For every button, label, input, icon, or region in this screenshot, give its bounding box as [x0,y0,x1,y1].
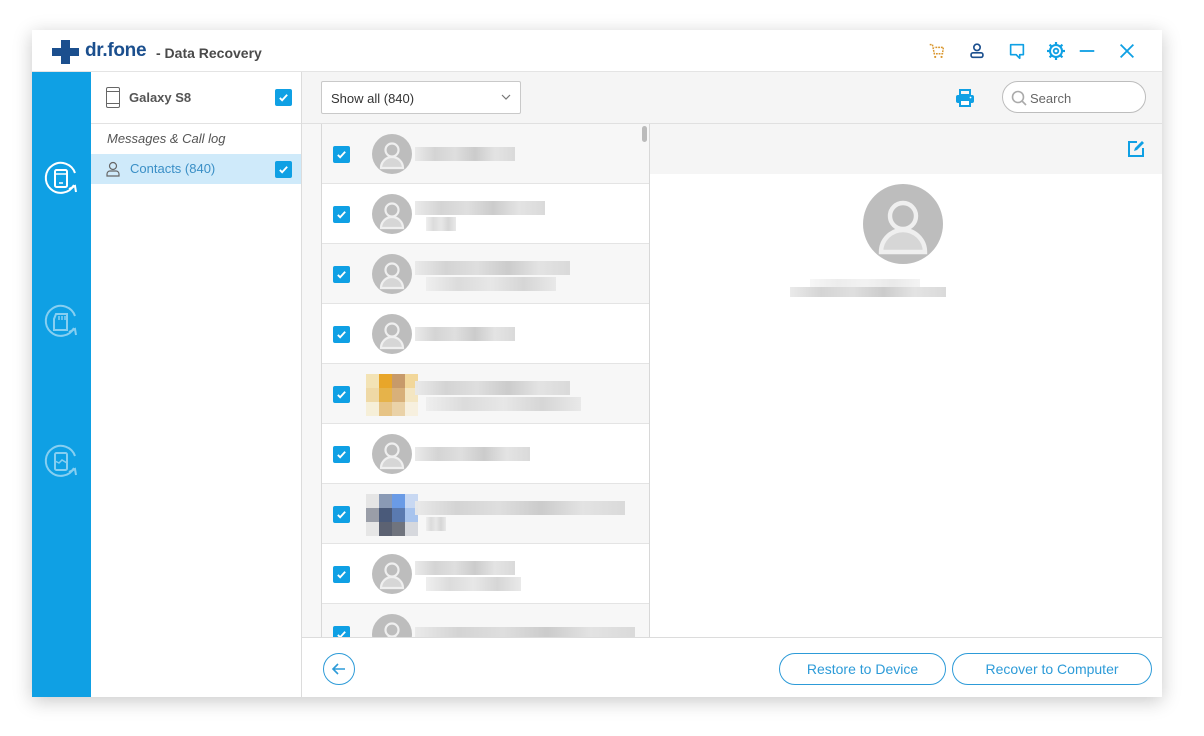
contact-photo [366,374,418,416]
contact-avatar-icon [372,254,412,294]
filter-dropdown[interactable]: Show all (840) [321,81,521,114]
contact-detail-redacted [426,577,521,591]
feedback-icon[interactable] [1006,40,1028,62]
device-panel: Galaxy S8 Messages & Call log Contacts (… [91,72,302,697]
contact-list[interactable] [321,124,650,637]
contact-detail-avatar [863,184,943,264]
category-item-contacts[interactable]: Contacts (840) [91,154,301,184]
contact-checkbox[interactable] [333,506,350,523]
toolbar: Show all (840) [302,72,1162,124]
list-scrollbar[interactable] [642,126,647,142]
contact-detail-name-redacted-top [810,279,920,287]
category-item-label: Contacts (840) [130,161,216,176]
chevron-down-icon [501,94,511,100]
contact-avatar-icon [372,314,412,354]
contact-name-redacted [415,327,515,341]
contact-checkbox[interactable] [333,326,350,343]
contact-row[interactable] [322,184,649,244]
restore-to-device-button[interactable]: Restore to Device [779,653,946,685]
drfone-logo-icon [52,40,80,64]
contact-photo [366,494,418,536]
contact-avatar-icon [372,194,412,234]
contact-avatar-icon [372,614,412,637]
arrow-left-icon [331,663,345,675]
search-icon [1011,90,1027,106]
main-content: Show all (840) Search Restore to Device … [302,72,1162,697]
contact-row[interactable] [322,244,649,304]
contact-row[interactable] [322,124,649,184]
print-icon[interactable] [954,87,976,109]
edit-icon[interactable] [1126,139,1146,159]
contact-row[interactable] [322,544,649,604]
title-bar: dr.fone - Data Recovery [32,30,1162,72]
contact-checkbox[interactable] [333,566,350,583]
close-icon[interactable] [1116,40,1138,62]
minimize-icon[interactable] [1076,40,1098,62]
contact-name-redacted [415,381,570,395]
cart-icon[interactable] [926,40,948,62]
contact-checkbox[interactable] [333,146,350,163]
detail-header [650,124,1162,174]
contact-name-redacted [415,147,515,161]
broken-phone-recover-icon[interactable] [41,442,81,482]
contact-detail-redacted [426,397,581,411]
contact-name-redacted [415,627,635,637]
contact-detail-redacted [426,217,456,231]
contact-detail-redacted [426,277,556,291]
contact-avatar-icon [372,134,412,174]
contact-detail-name-redacted [790,287,946,297]
contact-checkbox[interactable] [333,446,350,463]
category-group-label: Messages & Call log [107,131,226,146]
contact-row[interactable] [322,484,649,544]
contact-row[interactable] [322,424,649,484]
contact-checkbox[interactable] [333,386,350,403]
category-checkbox[interactable] [275,161,292,178]
device-name: Galaxy S8 [129,90,192,105]
contact-name-redacted [415,447,530,461]
app-title: - Data Recovery [156,45,262,61]
contact-detail-pane [650,124,1162,637]
contact-checkbox[interactable] [333,266,350,283]
sd-card-recover-icon[interactable] [41,302,81,342]
contact-avatar-icon [372,554,412,594]
contact-name-redacted [415,201,545,215]
brand-name: dr.fone [85,40,147,61]
contact-row[interactable] [322,604,649,637]
contact-name-redacted [415,501,625,515]
device-checkbox[interactable] [275,89,292,106]
search-input[interactable] [1030,89,1135,107]
phone-recover-icon[interactable] [41,159,81,199]
settings-icon[interactable] [1045,40,1067,62]
recover-to-computer-button[interactable]: Recover to Computer [952,653,1152,685]
contact-avatar-icon [372,434,412,474]
device-header: Galaxy S8 [91,72,301,124]
app-window: dr.fone - Data Recovery Galaxy S8 Messag… [32,30,1162,697]
contact-person-icon [106,161,120,177]
filter-dropdown-value: Show all (840) [331,91,415,106]
account-icon[interactable] [966,40,988,62]
contact-row[interactable] [322,304,649,364]
contact-checkbox[interactable] [333,206,350,223]
contact-detail-redacted [426,517,446,531]
contact-checkbox[interactable] [333,626,350,637]
phone-icon [106,87,120,108]
mode-sidebar [32,72,91,697]
contact-name-redacted [415,561,515,575]
search-box[interactable] [1002,81,1146,113]
back-button[interactable] [323,653,355,685]
contact-row[interactable] [322,364,649,424]
footer-bar: Restore to Device Recover to Computer [302,637,1162,697]
contact-name-redacted [415,261,570,275]
